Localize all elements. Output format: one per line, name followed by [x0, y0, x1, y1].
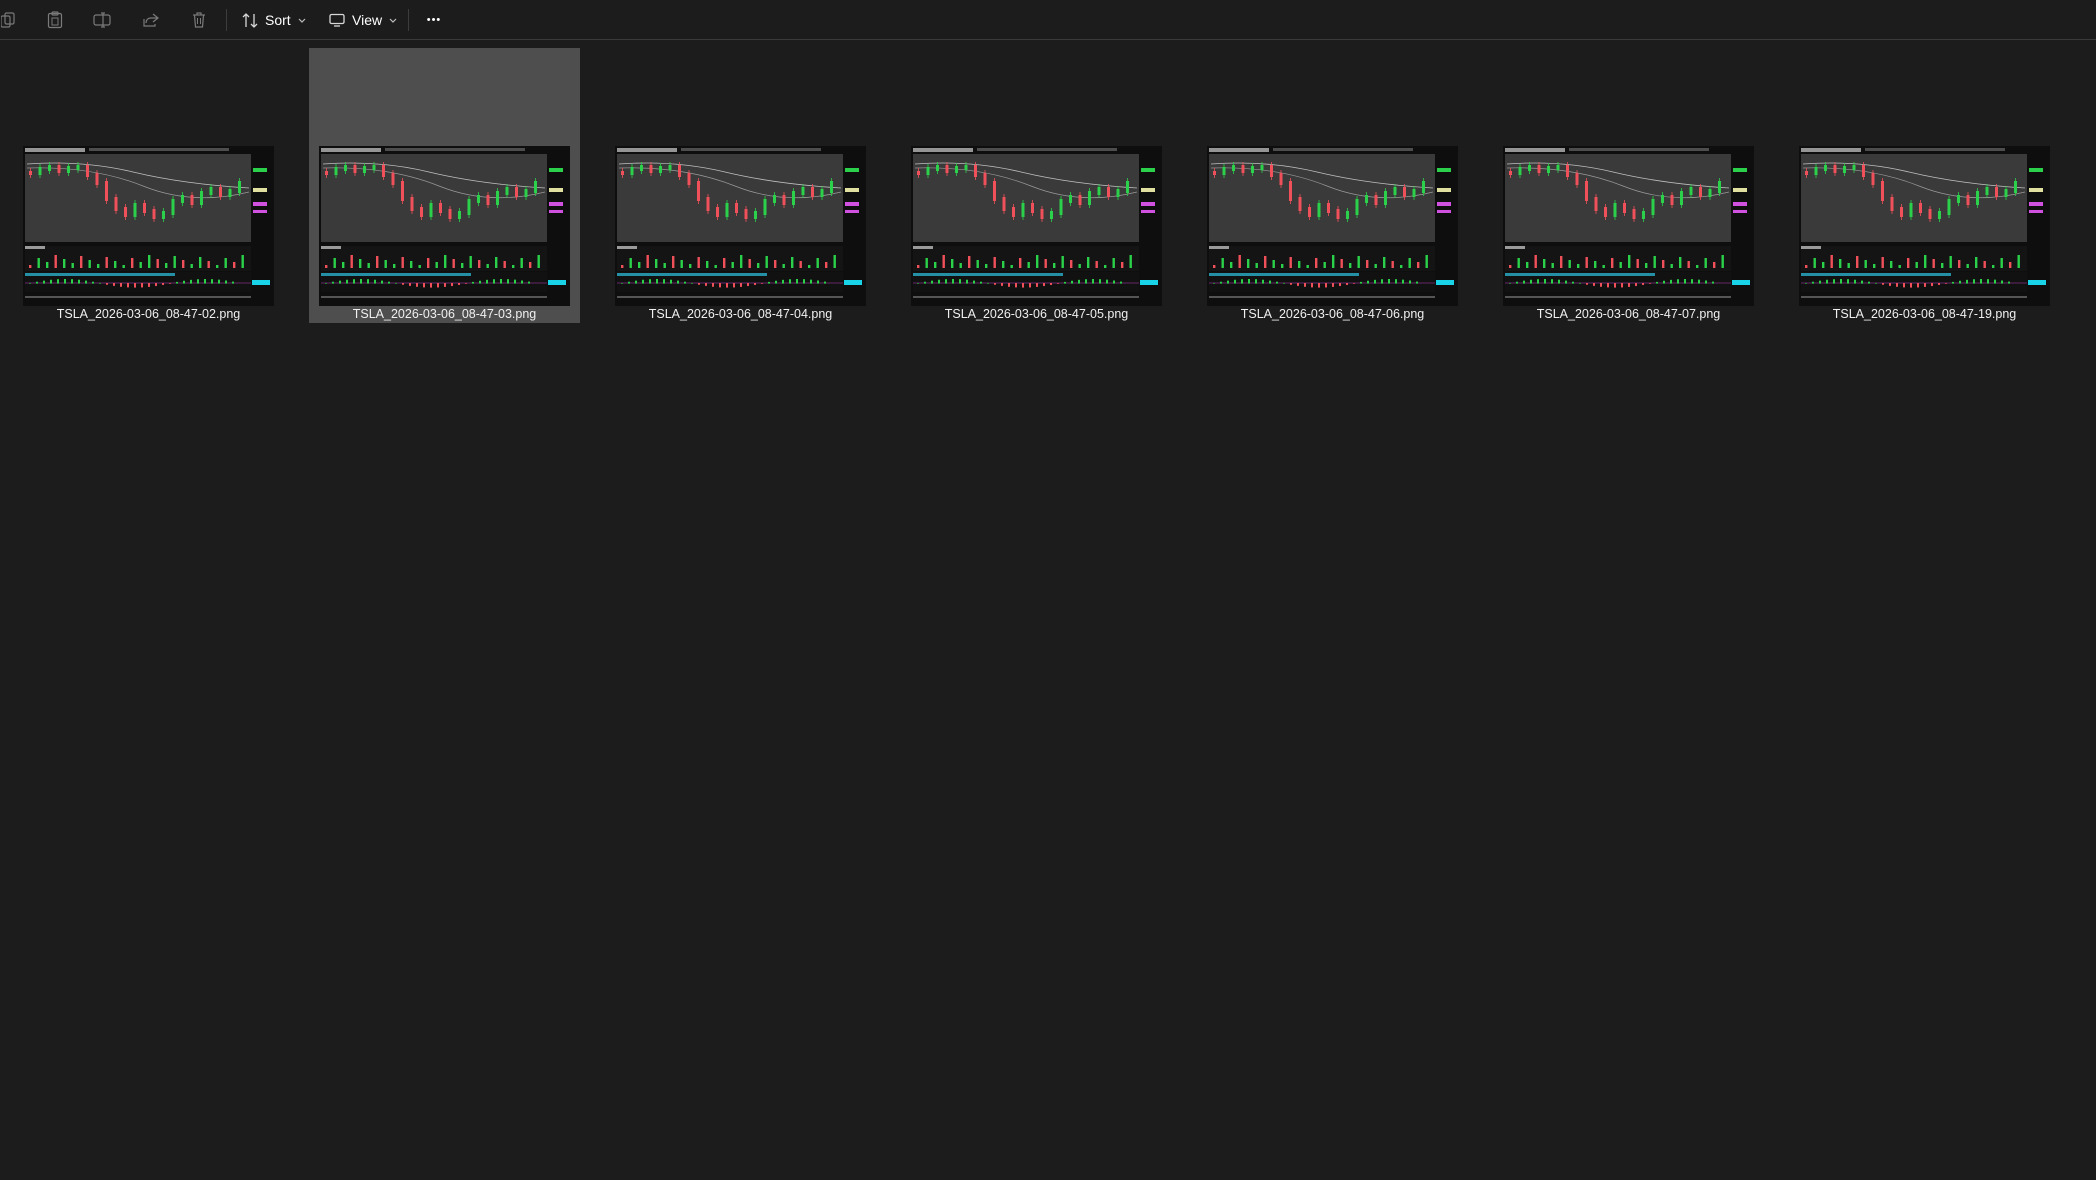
- command-bar: Sort View •••: [0, 0, 2096, 40]
- more-options-button[interactable]: •••: [418, 5, 450, 35]
- file-item[interactable]: TSLA_2026-03-06_08-47-06.png: [1197, 48, 1468, 323]
- file-item[interactable]: TSLA_2026-03-06_08-47-07.png: [1493, 48, 1764, 323]
- copy-icon: [1, 12, 15, 28]
- rename-button[interactable]: [87, 5, 117, 35]
- delete-button[interactable]: [184, 5, 214, 35]
- paste-button[interactable]: [40, 5, 70, 35]
- file-thumbnail: [23, 146, 274, 306]
- sort-icon: [242, 12, 258, 28]
- paste-icon: [47, 11, 63, 29]
- toolbar-separator: [408, 9, 409, 31]
- file-name: TSLA_2026-03-06_08-47-07.png: [1536, 307, 1721, 321]
- file-thumbnail: [1503, 146, 1754, 306]
- file-item[interactable]: TSLA_2026-03-06_08-47-19.png: [1789, 48, 2060, 323]
- file-grid: TSLA_2026-03-06_08-47-02.png TSLA_2026-0…: [0, 41, 2096, 1180]
- file-name: TSLA_2026-03-06_08-47-19.png: [1832, 307, 2017, 321]
- file-item[interactable]: TSLA_2026-03-06_08-47-05.png: [901, 48, 1172, 323]
- more-icon: •••: [426, 14, 442, 26]
- view-label: View: [352, 12, 383, 28]
- chevron-down-icon: [298, 18, 306, 23]
- file-name: TSLA_2026-03-06_08-47-04.png: [648, 307, 833, 321]
- share-icon: [143, 13, 159, 27]
- view-icon: [329, 13, 345, 27]
- file-thumbnail: [1799, 146, 2050, 306]
- sort-label: Sort: [265, 12, 291, 28]
- file-item[interactable]: TSLA_2026-03-06_08-47-04.png: [605, 48, 876, 323]
- chevron-down-icon: [389, 18, 397, 23]
- file-thumbnail: [319, 146, 570, 306]
- file-name: TSLA_2026-03-06_08-47-02.png: [56, 307, 241, 321]
- file-item[interactable]: TSLA_2026-03-06_08-47-03.png: [309, 48, 580, 323]
- file-name: TSLA_2026-03-06_08-47-03.png: [352, 307, 537, 321]
- rename-icon: [93, 12, 111, 28]
- sort-button[interactable]: Sort: [236, 5, 312, 35]
- file-name: TSLA_2026-03-06_08-47-06.png: [1240, 307, 1425, 321]
- file-name: TSLA_2026-03-06_08-47-05.png: [944, 307, 1129, 321]
- file-thumbnail: [615, 146, 866, 306]
- toolbar-separator: [226, 9, 227, 31]
- copy-button[interactable]: [0, 5, 18, 35]
- view-button[interactable]: View: [323, 5, 403, 35]
- file-item[interactable]: TSLA_2026-03-06_08-47-02.png: [13, 48, 284, 323]
- share-button[interactable]: [136, 5, 166, 35]
- delete-icon: [193, 12, 205, 28]
- file-thumbnail: [1207, 146, 1458, 306]
- file-thumbnail: [911, 146, 1162, 306]
